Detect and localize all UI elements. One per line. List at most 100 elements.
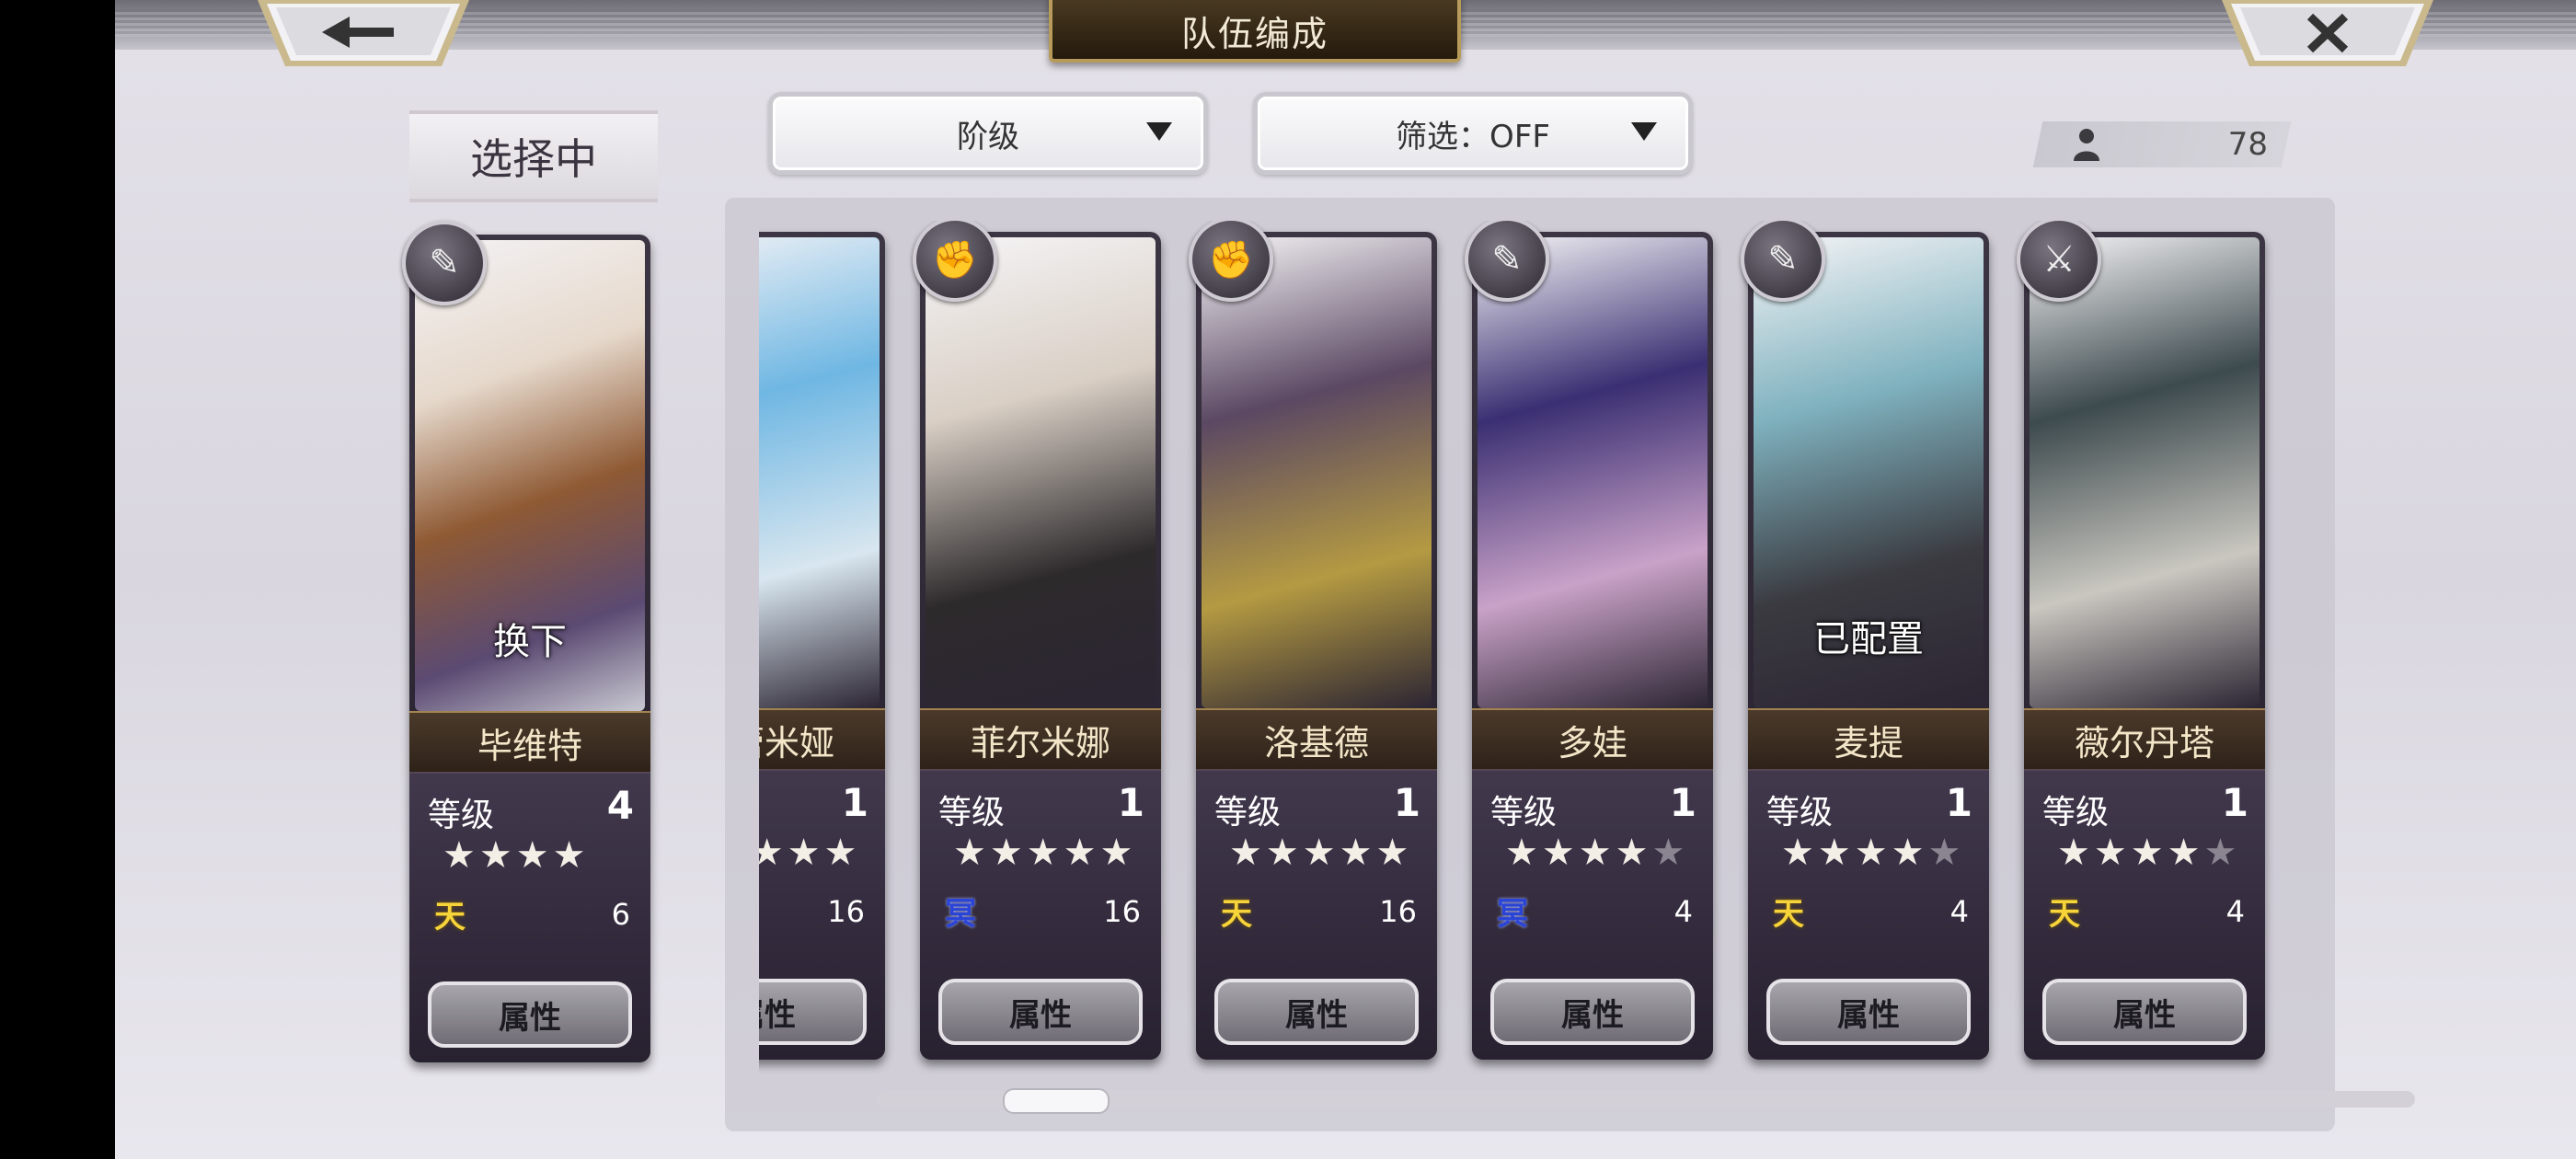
star-icon: ★ [953,832,990,874]
level-value: 1 [1669,780,1696,825]
selected-character-card[interactable]: 换下 毕维特 等级 4 ★★★★ 天 6 属性 [409,235,650,1062]
attributes-button[interactable]: 属性 [1490,979,1695,1045]
attributes-button[interactable]: 属性 [938,979,1143,1045]
unit-count: 78 [2227,126,2268,163]
attributes-button[interactable]: 属性 [759,979,867,1045]
level-value: 1 [1393,780,1420,825]
star-icon: ★ [1099,832,1137,874]
staff-icon: ✎ [1465,221,1549,302]
character-name: 薇尔丹塔 [2024,708,2265,771]
level-value: 4 [606,783,634,828]
rank-badge: 天 [1221,895,1252,933]
chevron-down-icon [1631,122,1657,141]
star-icon: ★ [1265,832,1303,874]
star-icon: ★ [1927,832,1965,874]
attributes-button[interactable]: 属性 [1214,979,1419,1045]
staff-icon: ✎ [1741,221,1825,302]
filter-dropdown-label: 筛选：OFF [1396,118,1550,155]
star-icon: ★ [515,834,553,877]
attributes-button[interactable]: 属性 [1766,979,1971,1045]
character-card[interactable]: 多娃 等级 1 ★★★★★ 冥 4 属性 [1472,232,1713,1060]
roster-track: 普蕾米娅等级1★★★★★天16属性✎菲尔米娜等级1★★★★★冥16属性✊洛基德等… [759,221,2295,1076]
level-label: 等级 [1490,794,1558,832]
character-name: 多娃 [1472,708,1713,771]
character-card[interactable]: 普蕾米娅等级1★★★★★天16属性 [759,232,885,1060]
screen-title: 队伍编成 [1049,0,1461,63]
staff-icon: ✎ [402,221,487,305]
power-value: 4 [1673,894,1693,929]
swap-out-label: 换下 [493,621,567,663]
level-label: 等级 [1766,794,1834,832]
rank-badge: 冥 [945,895,976,933]
chevron-down-icon [1146,122,1172,141]
star-icon: ★ [823,832,861,874]
star-icon: ★ [1891,832,1928,874]
character-stats: 等级 4 ★★★★ 天 6 属性 [409,772,650,1062]
character-portrait [926,237,1156,708]
star-icon: ★ [443,834,479,877]
attributes-button[interactable]: 属性 [2042,979,2247,1045]
star-icon: ★ [1505,832,1542,874]
star-icon: ★ [787,832,824,874]
character-card[interactable]: 菲尔米娜等级 1 ★★★★★ 冥 16 属性 [920,232,1161,1060]
star-icon: ★ [1229,832,1266,874]
star-rating: ★★★★ [443,834,589,877]
level-label: 等级 [1214,794,1282,832]
level-value: 1 [1117,780,1144,825]
star-icon: ★ [989,832,1027,874]
filter-dropdown[interactable]: 筛选：OFF [1253,92,1693,175]
sort-dropdown[interactable]: 阶级 [768,92,1208,175]
character-card[interactable]: 洛基德 等级 1 ★★★★★ 天 16 属性 [1196,232,1437,1060]
character-name: 菲尔米娜 [920,708,1161,771]
star-icon: ★ [552,834,590,877]
close-button[interactable] [2222,0,2433,70]
sword-icon: ⚔ [2017,221,2101,302]
roster-scroll-thumb[interactable] [1003,1088,1110,1114]
sort-dropdown-label: 阶级 [957,118,1019,155]
character-name: 毕维特 [409,711,650,774]
power-value: 4 [1949,894,1969,929]
star-icon: ★ [1302,832,1340,874]
character-card[interactable]: 薇尔丹塔 等级 1 ★★★★★ 天 4 属性 [2024,232,2265,1060]
power-value: 16 [1379,894,1417,929]
character-stats: 等级1★★★★★天16属性 [759,769,885,1060]
person-icon [2074,129,2099,161]
power-value: 6 [611,897,630,932]
attributes-button[interactable]: 属性 [428,981,632,1048]
rank-badge: 天 [434,898,466,935]
star-icon: ★ [1854,832,1892,874]
character-stats: 等级 1 ★★★★★ 冥 16 属性 [920,769,1161,1060]
close-x-icon [2222,0,2433,66]
star-rating: ★★★★★ [1229,832,1412,874]
rank-badge: 天 [1773,895,1804,933]
character-card[interactable]: 已配置 麦提 等级 1 ★★★★★ 天 4 属性 [1748,232,1989,1060]
fist-icon: ✊ [1189,221,1273,302]
star-rating: ★★★★★ [953,832,1136,874]
star-icon: ★ [759,832,788,874]
selecting-label: 选择中 [409,110,658,202]
star-icon: ★ [1578,832,1616,874]
star-icon: ★ [2130,832,2168,874]
level-value: 1 [841,780,868,825]
back-button[interactable] [258,0,469,70]
star-rating: ★★★★★ [1781,832,1964,874]
roster-list[interactable]: 普蕾米娅等级1★★★★★天16属性✎菲尔米娜等级1★★★★★冥16属性✊洛基德等… [759,221,2295,1076]
character-stats: 等级 1 ★★★★★ 冥 4 属性 [1472,769,1713,1060]
rank-badge: 冥 [1497,895,1528,933]
power-value: 4 [2225,894,2245,929]
level-label: 等级 [938,794,1006,832]
character-stats: 等级 1 ★★★★★ 天 4 属性 [2024,769,2265,1060]
star-icon: ★ [2057,832,2094,874]
rank-badge: 天 [2049,895,2080,933]
power-value: 16 [827,894,865,929]
star-rating: ★★★★★ [2057,832,2240,874]
star-rating: ★★★★★ [1505,832,1688,874]
level-label: 等级 [2042,794,2110,832]
game-screen: 队伍编成 选择中 阶级 筛选：OFF 78 换下 毕维特 等级 4 ★★★★ 天… [115,0,2576,1159]
arrow-left-icon [258,0,469,66]
assigned-label: 已配置 [1813,618,1924,660]
power-value: 16 [1103,894,1141,929]
star-icon: ★ [478,834,516,877]
character-stats: 等级 1 ★★★★★ 天 16 属性 [1196,769,1437,1060]
star-icon: ★ [2167,832,2204,874]
